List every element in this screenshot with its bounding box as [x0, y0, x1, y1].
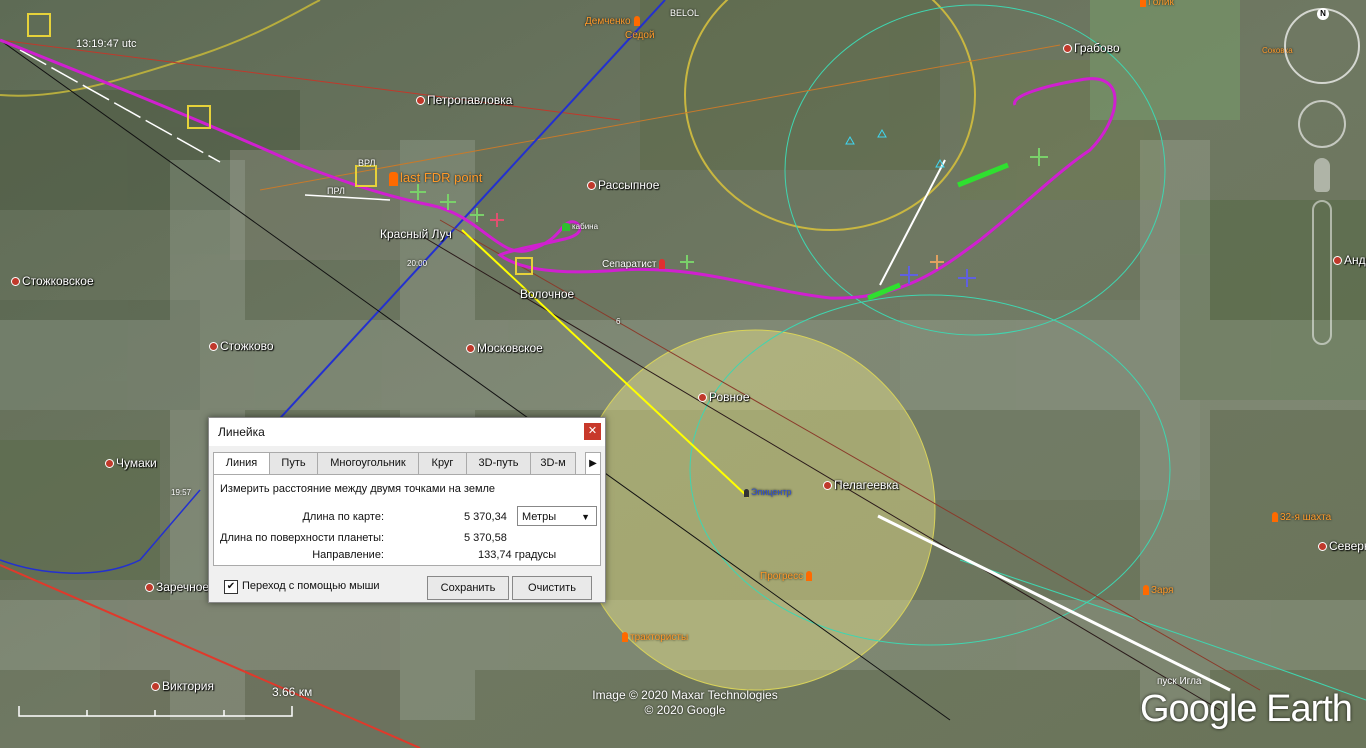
traktoristy-pin[interactable]: трактористы	[622, 632, 688, 643]
ruler-description: Измерить расстояние между двумя точками …	[220, 483, 496, 495]
google-earth-logo: Google Earth	[1140, 688, 1353, 730]
pushpin-icon	[659, 259, 666, 270]
place-dot-icon	[1063, 44, 1072, 54]
ruler-title: Линейка	[218, 425, 265, 439]
place-pelageevka[interactable]: Пелагеевка	[823, 478, 899, 492]
place-dot-icon	[151, 682, 160, 692]
pushpin-icon	[389, 171, 398, 186]
chevron-right-icon: ▶	[589, 458, 597, 469]
place-dot-icon	[145, 583, 154, 593]
tab-path[interactable]: Путь	[269, 452, 318, 475]
place-severn[interactable]: Северн	[1318, 539, 1366, 553]
ruler-titlebar[interactable]: Линейка ✕	[209, 418, 605, 446]
tab-circle[interactable]: Круг	[418, 452, 467, 475]
pushpin-icon	[562, 222, 570, 231]
place-krasny-luch[interactable]: Красный Луч	[380, 227, 452, 241]
pusk-igla-label[interactable]: пуск Игла	[1157, 676, 1201, 687]
place-dot-icon	[1333, 256, 1342, 266]
copyright-line-2: © 2020 Google	[644, 703, 726, 717]
place-petropavlovka[interactable]: Петропавловка	[416, 93, 512, 107]
map-length-label: Длина по карте:	[302, 511, 384, 523]
chevron-down-icon: ▼	[581, 512, 590, 522]
kabina-pin[interactable]: кабина	[562, 222, 598, 231]
separatist-pin[interactable]: Сепаратист	[602, 259, 667, 270]
place-viktoriya[interactable]: Виктория	[151, 679, 214, 693]
pushpin-icon	[633, 16, 640, 27]
time-label-1: 13:19:47 utc	[76, 38, 137, 50]
vrl-label[interactable]: ВРЛ	[358, 158, 375, 168]
check-icon: ✔	[226, 581, 236, 592]
heading-label: Направление:	[312, 549, 384, 561]
place-dot-icon	[209, 342, 218, 352]
tab-3d-path[interactable]: 3D-путь	[466, 452, 531, 475]
mouse-nav-checkbox[interactable]: ✔	[224, 580, 238, 594]
last-fdr-point-pin[interactable]: last FDR point	[389, 170, 482, 186]
tab-3d-more[interactable]: 3D-м	[530, 452, 576, 475]
pushpin-icon	[622, 632, 628, 643]
scale-bar	[18, 706, 293, 717]
pushpin-icon	[744, 488, 749, 497]
shakhta-pin[interactable]: 32-я шахта	[1272, 512, 1331, 523]
ground-length-label: Длина по поверхности планеты:	[220, 532, 385, 544]
ruler-tabs: Линия Путь Многоугольник Круг 3D-путь 3D…	[213, 452, 601, 475]
street-view-pegman-icon[interactable]	[1314, 158, 1330, 192]
place-dot-icon	[1318, 542, 1327, 552]
place-grabovo[interactable]: Грабово	[1063, 41, 1120, 55]
prl-label[interactable]: ПРЛ	[327, 186, 345, 196]
copyright-line-1: Image © 2020 Maxar Technologies	[592, 688, 778, 702]
mouse-nav-label: Переход с помощью мыши	[242, 580, 380, 592]
progress-pin[interactable]: Прогресс	[760, 571, 814, 582]
belol-label[interactable]: BELOL	[670, 8, 699, 18]
place-dot-icon	[587, 181, 596, 191]
place-dot-icon	[466, 344, 475, 354]
unit-select[interactable]: Метры ▼	[517, 506, 597, 526]
pushpin-icon	[806, 571, 813, 582]
place-rovnoe[interactable]: Ровное	[698, 390, 750, 404]
north-indicator[interactable]: N	[1317, 8, 1329, 20]
imagery-copyright: Image © 2020 Maxar Technologies © 2020 G…	[585, 688, 785, 718]
pushpin-icon	[1143, 585, 1149, 596]
time-label-3: 19:57	[171, 488, 192, 497]
time-label-2: 20:00	[407, 259, 428, 268]
pushpin-icon	[1140, 0, 1146, 8]
place-chumaki[interactable]: Чумаки	[105, 456, 157, 470]
unit-select-value: Метры	[522, 511, 557, 523]
place-dot-icon	[416, 96, 425, 106]
place-rassypnoe[interactable]: Рассыпное	[587, 178, 659, 192]
place-dot-icon	[698, 393, 707, 403]
ruler-panel: Измерить расстояние между двумя точками …	[213, 474, 601, 566]
place-moskovskoe[interactable]: Московское	[466, 341, 543, 355]
clear-button[interactable]: Очистить	[512, 576, 592, 600]
close-icon: ✕	[587, 425, 598, 437]
scale-label: 3.66 км	[272, 685, 313, 699]
golik-pin[interactable]: Голик	[1140, 0, 1174, 8]
tab-polygon[interactable]: Многоугольник	[317, 452, 419, 475]
tab-scroll-button[interactable]: ▶	[585, 452, 601, 475]
look-joystick[interactable]	[1298, 100, 1346, 148]
demchenko-pin[interactable]: Демченко	[585, 16, 642, 27]
map-length-value: 5 370,34	[464, 511, 507, 523]
compass-control[interactable]: N	[1284, 8, 1360, 84]
heading-value: 133,74 градусы	[478, 549, 557, 561]
point-6-label[interactable]: 6	[616, 317, 620, 326]
epicenter-pin[interactable]: Эпицентр	[744, 487, 792, 497]
place-dot-icon	[105, 459, 114, 469]
place-dot-icon	[11, 277, 20, 287]
zarya-pin[interactable]: Заря	[1143, 585, 1173, 596]
place-stozhkovskoe[interactable]: Стожковское	[11, 274, 94, 288]
sedoy-label[interactable]: Седой	[625, 30, 655, 41]
place-volochnoe[interactable]: Волочное	[520, 287, 574, 301]
pushpin-icon	[1272, 512, 1278, 523]
tab-line[interactable]: Линия	[213, 452, 270, 475]
place-andr[interactable]: Андр	[1333, 253, 1366, 267]
close-button[interactable]: ✕	[584, 423, 601, 440]
place-stozhkovo[interactable]: Стожково	[209, 339, 274, 353]
place-dot-icon	[823, 481, 832, 491]
ground-length-value: 5 370,58	[464, 532, 507, 544]
ruler-dialog[interactable]: Линейка ✕ Линия Путь Многоугольник Круг …	[208, 417, 606, 603]
place-zarechnoe[interactable]: Заречное	[145, 580, 209, 594]
save-button[interactable]: Сохранить	[427, 576, 509, 600]
zoom-slider[interactable]	[1312, 200, 1332, 345]
